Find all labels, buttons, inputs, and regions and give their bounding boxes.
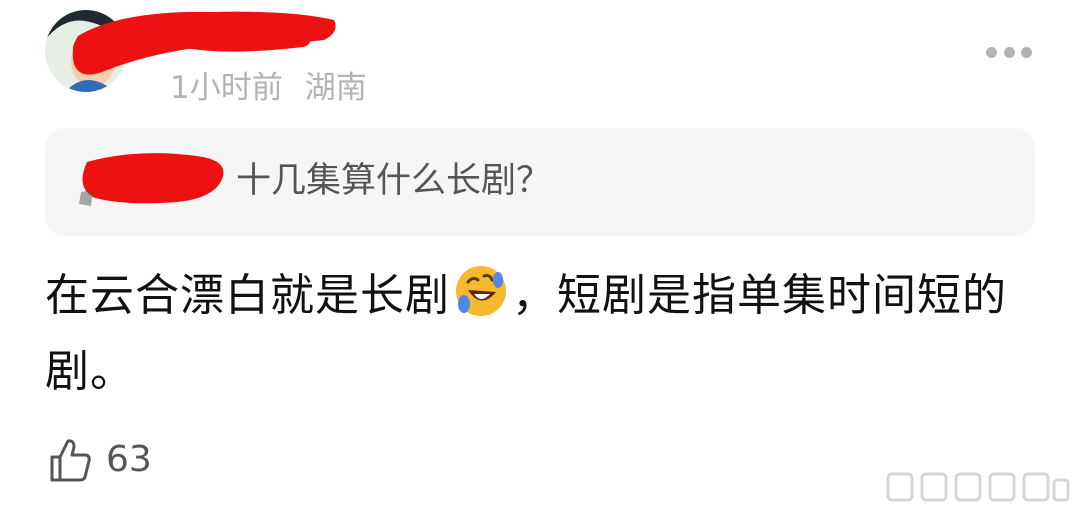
rolling-laughing-emoji (456, 266, 506, 316)
like-count: 63 (106, 439, 152, 480)
thumbs-up-icon (50, 439, 91, 482)
quoted-user-redaction (79, 153, 224, 206)
comment-content: 在云合漂白就是长剧 ，短剧是指单集时间短的剧。 (45, 258, 1045, 410)
watermark-logo (886, 472, 1070, 502)
post-meta: 1小时前 湖南 (170, 66, 367, 110)
quoted-reply[interactable]: 十几集算什么长剧？ (45, 128, 1035, 236)
post-location: 湖南 (304, 70, 367, 106)
comment-text-part1: 在云合漂白就是长剧 (45, 270, 450, 321)
quoted-reply-text: 十几集算什么长剧？ (236, 161, 552, 201)
like-button[interactable]: 63 (48, 436, 152, 484)
more-icon (986, 46, 997, 58)
more-options-button[interactable] (986, 44, 1032, 60)
post-time: 1小时前 (170, 70, 283, 106)
